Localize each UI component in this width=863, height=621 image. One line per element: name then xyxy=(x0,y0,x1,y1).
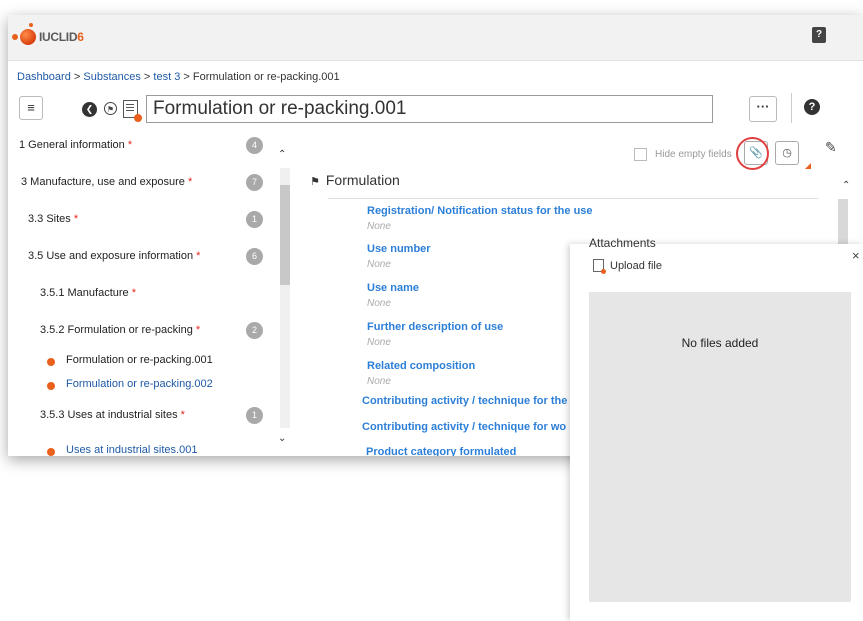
nav-item-label: Formulation or re-packing.001 xyxy=(66,354,213,366)
breadcrumb-dashboard[interactable]: Dashboard xyxy=(17,71,71,83)
field-value: None xyxy=(367,376,391,387)
field-label[interactable]: Registration/ Notification status for th… xyxy=(367,205,593,217)
nav-item-label: 3.5.2 Formulation or re-packing * xyxy=(40,324,201,336)
flag-icon[interactable]: ⚑ xyxy=(104,102,117,115)
chevron-up-icon[interactable]: ⌃ xyxy=(842,180,850,191)
logo-text: IUCLID6 xyxy=(39,30,84,44)
breadcrumb-test[interactable]: test 3 xyxy=(153,71,180,83)
hide-empty-checkbox[interactable] xyxy=(634,148,647,161)
top-bar: IUCLID6 ? xyxy=(8,15,863,61)
attachments-drop-area[interactable]: No files added xyxy=(589,292,851,602)
upload-file-label: Upload file xyxy=(610,260,662,272)
breadcrumb-substances[interactable]: Substances xyxy=(83,71,140,83)
field-label[interactable]: Further description of use xyxy=(367,321,503,333)
field-label[interactable]: Use number xyxy=(367,243,431,255)
breadcrumb-separator: > xyxy=(180,71,193,83)
field-label[interactable]: Contributing activity / technique for th… xyxy=(362,395,567,407)
breadcrumb-separator: > xyxy=(70,71,84,83)
nav-item-label: 3 Manufacture, use and exposure * xyxy=(21,176,193,188)
nav-item-sites[interactable]: 3.3 Sites * 1 xyxy=(8,210,276,230)
menu-button[interactable]: ≡ xyxy=(19,96,43,120)
nav-item-formulation-001[interactable]: Formulation or re-packing.001 xyxy=(8,351,276,371)
nav-item-uses-industrial-sites[interactable]: 3.5.3 Uses at industrial sites * 1 xyxy=(8,406,276,426)
nav-item-manufacture-use-exposure[interactable]: 3 Manufacture, use and exposure * 7 xyxy=(8,173,276,193)
nav-item-use-exposure-information[interactable]: 3.5 Use and exposure information * 6 xyxy=(8,247,276,267)
field-label[interactable]: Related composition xyxy=(367,360,475,372)
count-badge: 1 xyxy=(246,407,263,424)
field-label[interactable]: Contributing activity / technique for wo xyxy=(362,421,566,433)
breadcrumb-current: Formulation or re-packing.001 xyxy=(192,71,340,83)
upload-file-button[interactable]: Upload file xyxy=(593,258,662,275)
count-badge: 1 xyxy=(246,211,263,228)
orange-corner-marker xyxy=(805,163,811,169)
nav-item-label: 3.5 Use and exposure information * xyxy=(28,250,201,262)
chevron-down-icon[interactable]: ⌄ xyxy=(278,433,286,444)
nav-item-uses-industrial-sites-001[interactable]: Uses at industrial sites.001 xyxy=(8,441,276,456)
breadcrumb-separator: > xyxy=(140,71,154,83)
nav-item-formulation-repacking[interactable]: 3.5.2 Formulation or re-packing * 2 xyxy=(8,321,276,341)
nav-item-label: 3.5.3 Uses at industrial sites * xyxy=(40,409,185,421)
nav-item-label: Uses at industrial sites.001 xyxy=(66,444,198,456)
nav-item-label: 3.3 Sites * xyxy=(28,213,79,225)
close-icon[interactable]: × xyxy=(852,248,860,263)
logo-ball-icon xyxy=(20,23,36,45)
bullet-icon xyxy=(47,358,55,366)
highlight-circle xyxy=(736,137,769,170)
count-badge: 4 xyxy=(246,137,263,154)
document-icon[interactable] xyxy=(123,100,142,122)
document-title-field[interactable]: Formulation or re-packing.001 xyxy=(146,95,713,123)
logo-dot-icon xyxy=(12,34,18,40)
section-title: ⚑ Formulation xyxy=(310,172,400,188)
field-value: None xyxy=(367,221,391,232)
help-icon[interactable]: ? xyxy=(804,99,820,115)
chevron-up-icon[interactable]: ⌃ xyxy=(278,149,286,160)
upload-file-icon xyxy=(593,259,606,275)
more-options-button[interactable]: ··· xyxy=(749,96,777,122)
nav-item-label: Formulation or re-packing.002 xyxy=(66,378,213,390)
title-bar: ≡ ❮ ⚑ Formulation or re-packing.001 ··· … xyxy=(8,93,863,133)
hide-empty-fields-toggle[interactable]: Hide empty fields xyxy=(634,148,732,161)
field-label[interactable]: Use name xyxy=(367,282,419,294)
section-tree: 1 General information * 4 3 Manufacture,… xyxy=(8,133,293,456)
bullet-icon xyxy=(47,382,55,390)
attachments-panel: Attachments × Upload file No files added xyxy=(570,236,863,621)
toolbar-divider xyxy=(791,93,792,123)
nav-item-label: 3.5.1 Manufacture * xyxy=(40,287,137,299)
nav-item-formulation-002[interactable]: Formulation or re-packing.002 xyxy=(8,375,276,395)
field-label[interactable]: Product category formulated xyxy=(366,446,516,456)
field-value: None xyxy=(367,298,391,309)
count-badge: 2 xyxy=(246,322,263,339)
attachments-title: Attachments xyxy=(589,236,656,250)
help-question-icon[interactable]: ? xyxy=(812,27,826,43)
field-value: None xyxy=(367,259,391,270)
clock-icon[interactable]: ◷ xyxy=(775,141,799,165)
breadcrumb: Dashboard > Substances > test 3 > Formul… xyxy=(17,71,340,83)
flag-icon: ⚑ xyxy=(310,176,320,188)
nav-item-general-information[interactable]: 1 General information * 4 xyxy=(8,136,276,156)
bullet-icon xyxy=(47,448,55,456)
nav-item-manufacture[interactable]: 3.5.1 Manufacture * xyxy=(8,284,276,304)
back-arrow-icon[interactable]: ❮ xyxy=(82,102,97,117)
nav-scrollbar-thumb[interactable] xyxy=(280,185,290,285)
no-files-text: No files added xyxy=(681,336,759,350)
edit-document-icon[interactable]: ✎ xyxy=(825,139,837,156)
nav-item-label: 1 General information * xyxy=(19,139,133,151)
hide-empty-label: Hide empty fields xyxy=(655,149,732,160)
field-value: None xyxy=(367,337,391,348)
count-badge: 7 xyxy=(246,174,263,191)
iuclid-logo[interactable]: IUCLID6 xyxy=(12,23,84,49)
count-badge: 6 xyxy=(246,248,263,265)
